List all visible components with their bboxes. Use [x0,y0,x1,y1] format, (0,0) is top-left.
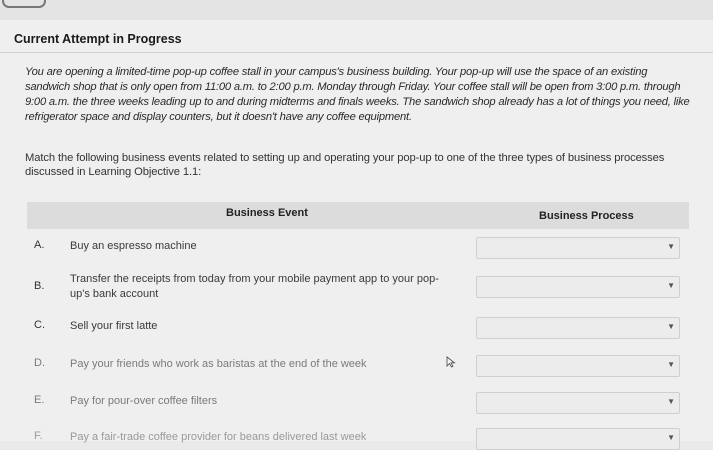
corner-decoration [2,0,46,8]
top-bar [0,0,713,21]
event-text: Buy an espresso machine [70,240,197,252]
chevron-down-icon: ▼ [667,360,675,369]
process-select[interactable]: ▼ [476,428,680,450]
chevron-down-icon: ▼ [667,322,675,331]
row-letter: F. [34,430,43,442]
event-text: Transfer the receipts from today from yo… [70,273,439,300]
divider [0,52,713,53]
event-text: Sell your first latte [70,320,158,332]
row-letter: C. [34,319,45,331]
process-select[interactable]: ▼ [476,237,680,259]
attempt-heading: Current Attempt in Progress [14,32,182,46]
chevron-down-icon: ▼ [667,242,675,251]
row-letter: A. [34,239,45,251]
column-header-event: Business Event [226,207,308,219]
column-header-process: Business Process [539,210,634,222]
row-letter: D. [34,357,45,369]
chevron-down-icon: ▼ [667,397,675,406]
event-text: Pay your friends who work as baristas at… [70,358,367,370]
question-card: Current Attempt in Progress You are open… [0,20,713,450]
process-select[interactable]: ▼ [476,355,680,377]
row-letter: B. [34,280,45,292]
event-text: Pay for pour-over coffee filters [70,395,218,407]
instructions-text: Match the following business events rela… [25,152,665,178]
chevron-down-icon: ▼ [667,281,675,290]
process-select[interactable]: ▼ [476,392,680,414]
process-select[interactable]: ▼ [476,276,680,298]
process-select[interactable]: ▼ [476,317,680,339]
mouse-pointer-icon [446,356,456,368]
table-header: Business Event Business Process [27,202,689,229]
event-text: Pay a fair-trade coffee provider for bea… [70,431,367,443]
row-letter: E. [34,394,45,406]
scenario-text: You are opening a limited-time pop-up co… [25,66,690,123]
